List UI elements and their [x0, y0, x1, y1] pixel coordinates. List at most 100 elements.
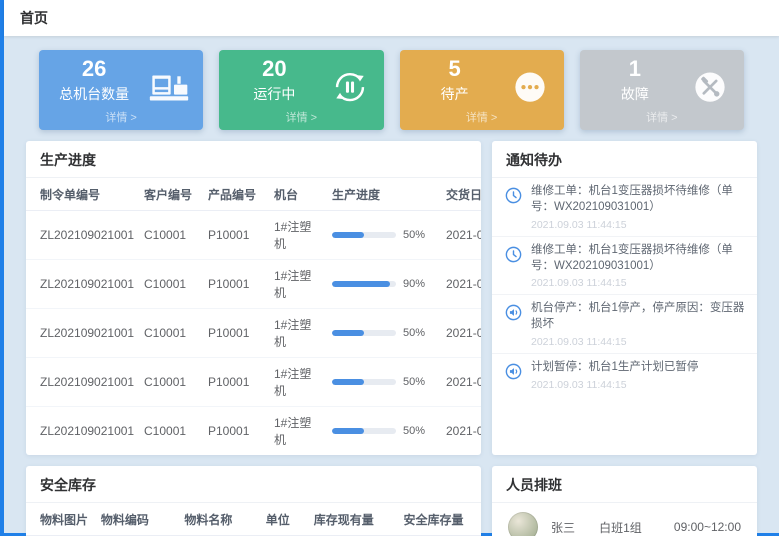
avatar [508, 512, 538, 536]
stat-card-total-machines[interactable]: 26 总机台数量 详情 > [39, 50, 203, 130]
machine-cell: 1#注塑机 [268, 407, 326, 456]
clock-icon [504, 245, 523, 264]
col-order: 制令单编号 [26, 178, 138, 211]
date-cell: 2021-09-10 [440, 309, 481, 358]
stat-card-waiting[interactable]: 5 待产 详情 > [400, 50, 564, 130]
col-unit: 单位 [260, 503, 308, 536]
col-image: 物料图片 [26, 503, 95, 536]
col-product: 产品编号 [202, 178, 268, 211]
speaker-icon [504, 362, 523, 381]
progress-percent: 50% [403, 229, 425, 241]
inventory-panel: 安全库存 物料图片 物料编码 物料名称 单位 库存现有量 安全库存量 M [26, 466, 481, 536]
date-cell: 2021-09-10 [440, 260, 481, 309]
schedule-row: 张三 白班1组 09:00~12:00 [492, 503, 757, 536]
inventory-title: 安全库存 [26, 466, 481, 503]
customer-cell: C10001 [138, 309, 202, 358]
schedule-panel: 人员排班 张三 白班1组 09:00~12:00 李四 白班2组 12:00~1… [492, 466, 757, 536]
inventory-table: 物料图片 物料编码 物料名称 单位 库存现有量 安全库存量 M100001 RJ… [26, 503, 481, 536]
tools-icon [690, 69, 730, 105]
notification-text: 计划暂停：机台1生产计划已暂停 [531, 360, 698, 376]
col-stock: 库存现有量 [308, 503, 398, 536]
dashboard-row-bottom: 安全库存 物料图片 物料编码 物料名称 单位 库存现有量 安全库存量 M [26, 466, 757, 536]
dashboard-content: 26 总机台数量 详情 > 20 运行中 详情 > [4, 36, 779, 536]
customer-cell: C10001 [138, 407, 202, 456]
progress-percent: 50% [403, 425, 425, 437]
notifications-panel: 通知待办 维修工单：机台1变压器损坏待维修（单号：WX202109031001）… [492, 141, 757, 455]
customer-cell: C10001 [138, 358, 202, 407]
machine-cell: 1#注塑机 [268, 358, 326, 407]
machine-cell: 1#注塑机 [268, 260, 326, 309]
dashboard-row-top: 生产进度 制令单编号 客户编号 产品编号 机台 生产进度 交货日期 ZL2021… [26, 141, 757, 455]
speaker-icon [504, 303, 523, 322]
order-cell: ZL202109021001 [26, 358, 138, 407]
order-cell: ZL202109021001 [26, 211, 138, 260]
schedule-title: 人员排班 [492, 466, 757, 503]
table-header-row: 制令单编号 客户编号 产品编号 机台 生产进度 交货日期 [26, 178, 481, 211]
running-icon [330, 69, 370, 105]
table-row: ZL202109021001 C10001 P10001 1#注塑机 50% 2… [26, 309, 481, 358]
notification-item[interactable]: 维修工单：机台1变压器损坏待维修（单号：WX202109031001） 2021… [492, 237, 757, 296]
date-cell: 2021-09-10 [440, 358, 481, 407]
notification-text: 维修工单：机台1变压器损坏待维修（单号：WX202109031001） [531, 184, 745, 216]
col-code: 物料编码 [95, 503, 178, 536]
progress-bar [332, 330, 396, 336]
clock-icon [504, 186, 523, 205]
notifications-title: 通知待办 [492, 141, 757, 178]
table-row: ZL202109021001 C10001 P10001 1#注塑机 50% 2… [26, 407, 481, 456]
machine-icon [149, 69, 189, 105]
notification-time: 2021.09.03 11:44:15 [531, 336, 745, 348]
product-cell: P10001 [202, 309, 268, 358]
date-cell: 2021-09-10 [440, 407, 481, 456]
table-row: ZL202109021001 C10001 P10001 1#注塑机 90% 2… [26, 260, 481, 309]
progress-cell: 50% [326, 358, 440, 407]
production-title: 生产进度 [26, 141, 481, 178]
col-safety: 安全库存量 [397, 503, 481, 536]
notification-item[interactable]: 维修工单：机台1变压器损坏待维修（单号：WX202109031001） 2021… [492, 178, 757, 237]
notification-text: 维修工单：机台1变压器损坏待维修（单号：WX202109031001） [531, 243, 745, 275]
progress-cell: 90% [326, 260, 440, 309]
machine-cell: 1#注塑机 [268, 211, 326, 260]
stat-card-running[interactable]: 20 运行中 详情 > [219, 50, 383, 130]
details-link[interactable]: 详情 > [39, 109, 203, 125]
product-cell: P10001 [202, 211, 268, 260]
notifications-list: 维修工单：机台1变压器损坏待维修（单号：WX202109031001） 2021… [492, 178, 757, 396]
staff-time: 09:00~12:00 [674, 520, 741, 534]
progress-percent: 90% [403, 278, 425, 290]
staff-shift: 白班1组 [599, 519, 661, 536]
notification-item[interactable]: 机台停产：机台1停产，停产原因：变压器损坏 2021.09.03 11:44:1… [492, 295, 757, 354]
product-cell: P10001 [202, 260, 268, 309]
col-machine: 机台 [268, 178, 326, 211]
page-title: 首页 [20, 8, 48, 28]
order-cell: ZL202109021001 [26, 309, 138, 358]
table-header-row: 物料图片 物料编码 物料名称 单位 库存现有量 安全库存量 [26, 503, 481, 536]
details-link[interactable]: 详情 > [580, 109, 744, 125]
table-row: ZL202109021001 C10001 P10001 1#注塑机 50% 2… [26, 358, 481, 407]
progress-cell: 50% [326, 309, 440, 358]
customer-cell: C10001 [138, 260, 202, 309]
stat-cards-row: 26 总机台数量 详情 > 20 运行中 详情 > [39, 50, 744, 130]
col-progress: 生产进度 [326, 178, 440, 211]
progress-bar [332, 281, 396, 287]
notification-time: 2021.09.03 11:44:15 [531, 277, 745, 289]
table-row: ZL202109021001 C10001 P10001 1#注塑机 50% 2… [26, 211, 481, 260]
production-panel: 生产进度 制令单编号 客户编号 产品编号 机台 生产进度 交货日期 ZL2021… [26, 141, 481, 455]
progress-bar [332, 232, 396, 238]
col-date: 交货日期 [440, 178, 481, 211]
header: 首页 [4, 0, 779, 36]
order-cell: ZL202109021001 [26, 407, 138, 456]
details-link[interactable]: 详情 > [400, 109, 564, 125]
stat-card-fault[interactable]: 1 故障 详情 > [580, 50, 744, 130]
notification-time: 2021.09.03 11:44:15 [531, 219, 745, 231]
product-cell: P10001 [202, 358, 268, 407]
details-link[interactable]: 详情 > [219, 109, 383, 125]
schedule-list: 张三 白班1组 09:00~12:00 李四 白班2组 12:00~16:00 … [492, 503, 757, 536]
progress-bar [332, 428, 396, 434]
staff-name: 张三 [551, 519, 586, 536]
notification-text: 机台停产：机台1停产，停产原因：变压器损坏 [531, 301, 745, 333]
date-cell: 2021-09-10 [440, 211, 481, 260]
notification-time: 2021.09.03 11:44:15 [531, 379, 698, 391]
notification-item[interactable]: 计划暂停：机台1生产计划已暂停 2021.09.03 11:44:15 [492, 354, 757, 396]
ellipsis-icon [510, 69, 550, 105]
progress-cell: 50% [326, 407, 440, 456]
col-customer: 客户编号 [138, 178, 202, 211]
